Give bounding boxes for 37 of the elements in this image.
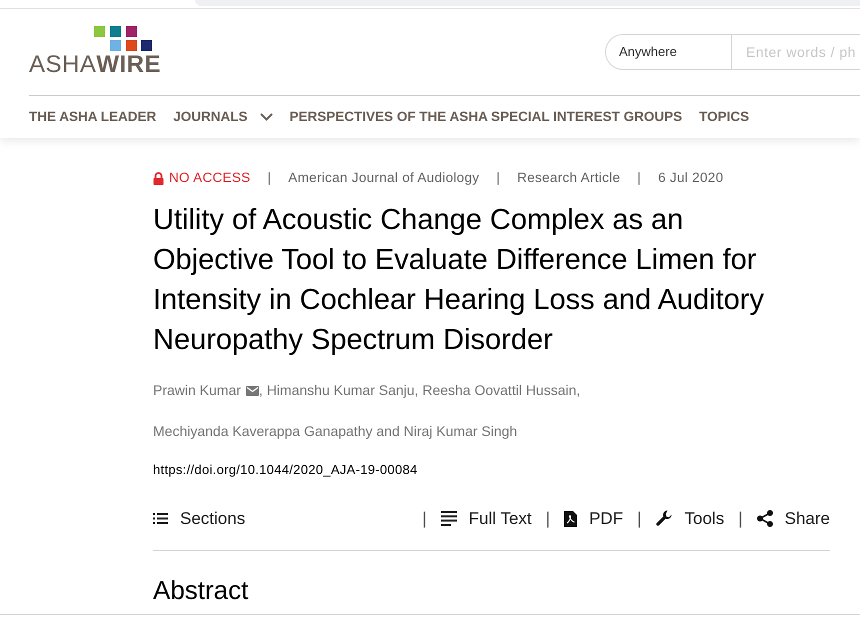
wrench-icon — [656, 510, 673, 528]
email-icon[interactable] — [246, 386, 259, 396]
separator: | — [637, 169, 642, 187]
pdf-button[interactable]: PDF — [564, 506, 624, 532]
lock-icon — [153, 172, 164, 185]
nav-link[interactable]: TOPICS — [699, 106, 750, 128]
separator: | — [546, 508, 550, 530]
nav-link[interactable]: PERSPECTIVES OF THE ASHA SPECIAL INTEREST GROUPS — [290, 106, 682, 128]
separator: | — [422, 508, 427, 530]
share-icon — [756, 510, 773, 528]
search-scope-dropdown[interactable]: Anywhere — [605, 34, 732, 70]
tools-button[interactable]: Tools — [656, 506, 724, 532]
nav-link[interactable]: THE ASHA LEADER — [29, 106, 156, 128]
author-names[interactable]: Mechiyanda Kaverappa Ganapathy and Niraj Kumar Singh — [153, 421, 518, 442]
publish-date: 6 Jul 2020 — [658, 169, 724, 187]
journal-link[interactable]: American Journal of Audiology — [288, 168, 480, 188]
share-button[interactable]: Share — [756, 506, 830, 532]
article-type: Research Article — [517, 169, 620, 187]
access-status: NO ACCESS — [169, 169, 250, 187]
logo-squares-icon — [94, 26, 152, 50]
list-icon — [153, 513, 168, 524]
separator: | — [267, 169, 272, 187]
abstract-heading: Abstract — [153, 574, 250, 607]
separator: | — [496, 169, 500, 187]
separator: | — [637, 508, 642, 530]
author-names[interactable]: Prawin Kumar — [153, 380, 241, 402]
text-lines-icon — [440, 511, 457, 526]
article-title: Utility of Acoustic Change Complex as an Objective Tool to Evaluate Difference Limen for Intensity in Cochlear Hearing Loss and Auditory Neuropathy Spectrum Disorder — [153, 203, 765, 358]
sections-button[interactable]: Sections — [153, 506, 246, 532]
doi-link[interactable]: https://doi.org/10.1044/2020_AJA-19-00084 — [153, 460, 830, 480]
nav-link[interactable]: JOURNALS — [173, 106, 273, 128]
separator: | — [738, 508, 743, 530]
author-names[interactable]: , Himanshu Kumar Sanju, Reesha Oovattil Hussain, — [258, 380, 580, 402]
pdf-file-icon — [564, 510, 578, 527]
chevron-down-icon — [260, 113, 273, 121]
logo[interactable]: ASHAWIRE — [29, 50, 162, 78]
full-text-button[interactable]: Full Text — [440, 506, 532, 532]
